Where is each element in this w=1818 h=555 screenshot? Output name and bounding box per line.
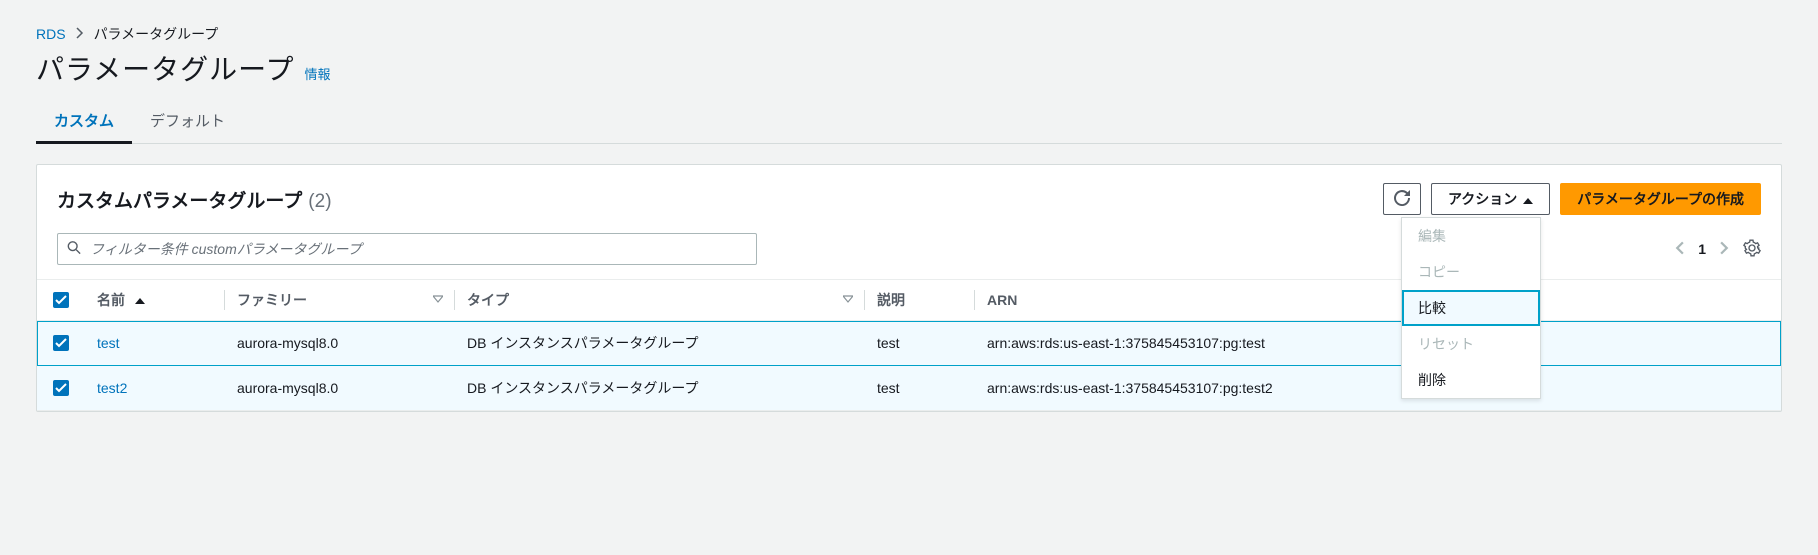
actions-label: アクション	[1448, 189, 1517, 209]
action-edit: 編集	[1402, 218, 1540, 254]
row-family: aurora-mysql8.0	[225, 366, 455, 411]
page-title: パラメータグループ	[36, 48, 294, 88]
tabs: カスタム デフォルト	[36, 100, 1782, 144]
action-compare[interactable]: 比較	[1402, 290, 1540, 326]
filter-icon	[433, 290, 443, 306]
chevron-right-icon	[76, 26, 84, 42]
select-all-checkbox[interactable]	[53, 292, 69, 308]
row-arn: arn:aws:rds:us-east-1:375845453107:pg:te…	[975, 366, 1781, 411]
search-input[interactable]	[57, 233, 757, 265]
row-type: DB インスタンスパラメータグループ	[455, 321, 865, 366]
create-button[interactable]: パラメータグループの作成	[1560, 183, 1761, 215]
refresh-icon	[1394, 190, 1410, 209]
row-type: DB インスタンスパラメータグループ	[455, 366, 865, 411]
filter-icon	[843, 290, 853, 306]
sort-asc-icon	[135, 292, 145, 308]
row-desc: test	[865, 366, 975, 411]
col-type[interactable]: タイプ	[455, 280, 865, 321]
col-name[interactable]: 名前	[85, 280, 225, 321]
panel-count: (2)	[308, 191, 331, 213]
page-next-icon[interactable]	[1720, 241, 1729, 258]
actions-button[interactable]: アクション	[1431, 183, 1550, 215]
page-number: 1	[1698, 241, 1706, 257]
col-arn[interactable]: ARN	[975, 280, 1781, 321]
tab-default[interactable]: デフォルト	[132, 100, 243, 143]
actions-dropdown: 編集 コピー 比較 リセット 削除	[1401, 217, 1541, 399]
action-copy: コピー	[1402, 254, 1540, 290]
breadcrumb-current: パラメータグループ	[94, 24, 219, 44]
action-delete[interactable]: 削除	[1402, 362, 1540, 398]
action-reset: リセット	[1402, 326, 1540, 362]
page-prev-icon[interactable]	[1675, 241, 1684, 258]
row-arn: arn:aws:rds:us-east-1:375845453107:pg:te…	[975, 321, 1781, 366]
row-name-link[interactable]: test2	[97, 380, 127, 396]
row-name-link[interactable]: test	[97, 335, 120, 351]
settings-icon[interactable]	[1743, 239, 1761, 260]
pagination: 1	[1675, 241, 1729, 258]
row-checkbox[interactable]	[53, 335, 69, 351]
panel-title-text: カスタムパラメータグループ	[57, 186, 302, 213]
breadcrumb: RDS パラメータグループ	[36, 24, 1782, 44]
info-link[interactable]: 情報	[304, 64, 330, 83]
panel: カスタムパラメータグループ (2) アクション パラメータグループの作成	[36, 164, 1782, 412]
tab-custom[interactable]: カスタム	[36, 100, 132, 143]
col-desc[interactable]: 説明	[865, 280, 975, 321]
breadcrumb-root[interactable]: RDS	[36, 26, 66, 42]
caret-up-icon	[1523, 191, 1533, 207]
panel-title: カスタムパラメータグループ (2)	[57, 186, 332, 213]
row-desc: test	[865, 321, 975, 366]
row-checkbox[interactable]	[53, 380, 69, 396]
row-family: aurora-mysql8.0	[225, 321, 455, 366]
search-icon	[67, 241, 81, 258]
refresh-button[interactable]	[1383, 183, 1421, 215]
col-family[interactable]: ファミリー	[225, 280, 455, 321]
